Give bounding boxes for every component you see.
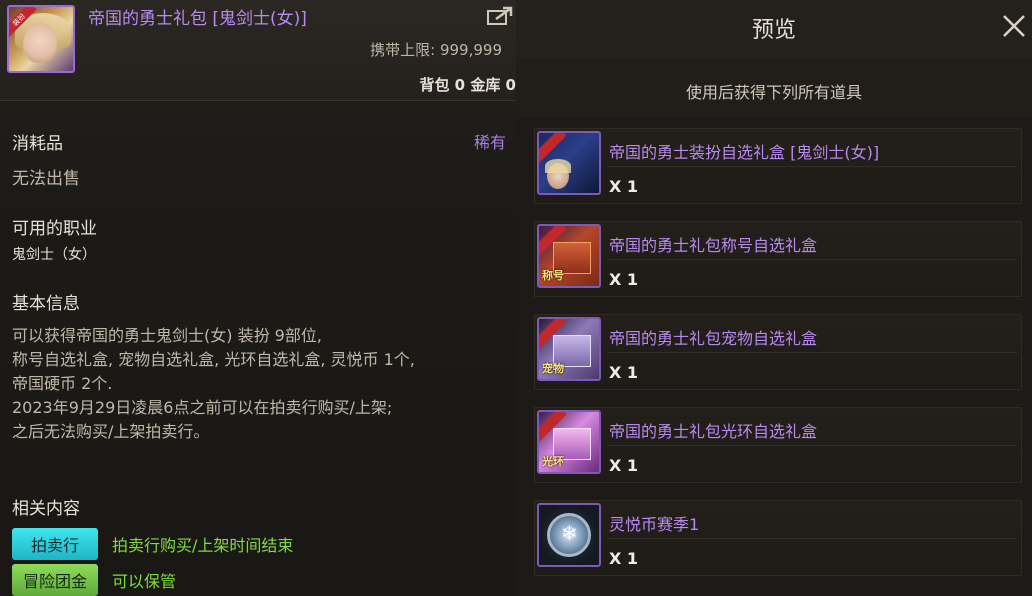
auction-status: 拍卖行购买/上架时间结束 [112,536,294,555]
icon-label: 光环 [542,455,564,468]
item-rarity: 稀有 [474,133,507,152]
reward-qty: X 1 [609,549,639,568]
reward-qty: X 1 [609,363,639,382]
job-value: 鬼剑士（女） [12,247,96,263]
reward-qty: X 1 [609,270,639,289]
reward-name: 帝国的勇士装扮自选礼盒 [鬼剑士(女)] [609,143,880,162]
reward-name: 帝国的勇士礼包光环自选礼盒 [609,422,818,441]
carry-limit: 携带上限: 999,999 [370,41,502,59]
aura-box-icon: 光环 [537,410,601,474]
item-title: 帝国的勇士礼包 [鬼剑士(女)] [88,9,307,29]
preview-panel: 预览 使用后获得下列所有道具 帝国的勇士装扮自选礼盒 [鬼剑士(女)] X 1 … [516,0,1032,596]
reward-qty: X 1 [609,177,639,196]
pet-box-icon: 宠物 [537,317,601,381]
related-row-auction: 拍卖行 拍卖行购买/上架时间结束 [12,528,293,560]
reward-name: 帝国的勇士礼包称号自选礼盒 [609,236,818,255]
job-section-title: 可用的职业 [12,219,97,239]
coin-icon: ❄ [537,503,601,567]
item-icon: 装扮 [7,5,75,73]
auction-tag-button[interactable]: 拍卖行 [12,528,98,560]
item-category: 消耗品 [12,134,63,154]
close-icon[interactable] [1000,12,1028,40]
icon-label: 宠物 [542,362,564,375]
item-detail-panel: 装扮 帝国的勇士礼包 [鬼剑士(女)] 携带上限: 999,999 背包 0 金… [0,0,516,596]
storage-count: 背包 0 金库 0 [419,76,516,94]
reward-item[interactable]: 称号 帝国的勇士礼包称号自选礼盒 X 1 [534,221,1022,297]
title-box-icon: 称号 [537,224,601,288]
reward-name: 帝国的勇士礼包宠物自选礼盒 [609,329,818,348]
related-row-guild: 冒险团金 可以保管 [12,564,176,596]
reward-name: 灵悦币赛季1 [609,515,700,534]
preview-header: 预览 [516,0,1032,58]
guild-gold-tag-button[interactable]: 冒险团金 [12,564,98,596]
costume-box-icon [537,131,601,195]
reward-item[interactable]: 帝国的勇士装扮自选礼盒 [鬼剑士(女)] X 1 [534,128,1022,204]
related-title: 相关内容 [12,499,80,519]
reward-item[interactable]: 宠物 帝国的勇士礼包宠物自选礼盒 X 1 [534,314,1022,390]
preview-title: 预览 [751,18,796,43]
basic-info-title: 基本信息 [12,294,80,314]
basic-info-text: 可以获得帝国的勇士鬼剑士(女) 装扮 9部位, 称号自选礼盒, 宠物自选礼盒, … [12,326,415,441]
icon-label: 称号 [542,269,564,282]
preview-subtitle: 使用后获得下列所有道具 [685,83,862,102]
guild-gold-status: 可以保管 [112,572,177,591]
reward-item[interactable]: ❄ 灵悦币赛季1 X 1 [534,500,1022,576]
item-header: 装扮 帝国的勇士礼包 [鬼剑士(女)] 携带上限: 999,999 背包 0 金… [0,0,516,100]
share-icon[interactable] [486,6,514,26]
sell-status: 无法出售 [12,169,80,189]
reward-item[interactable]: 光环 帝国的勇士礼包光环自选礼盒 X 1 [534,407,1022,483]
reward-qty: X 1 [609,456,639,475]
